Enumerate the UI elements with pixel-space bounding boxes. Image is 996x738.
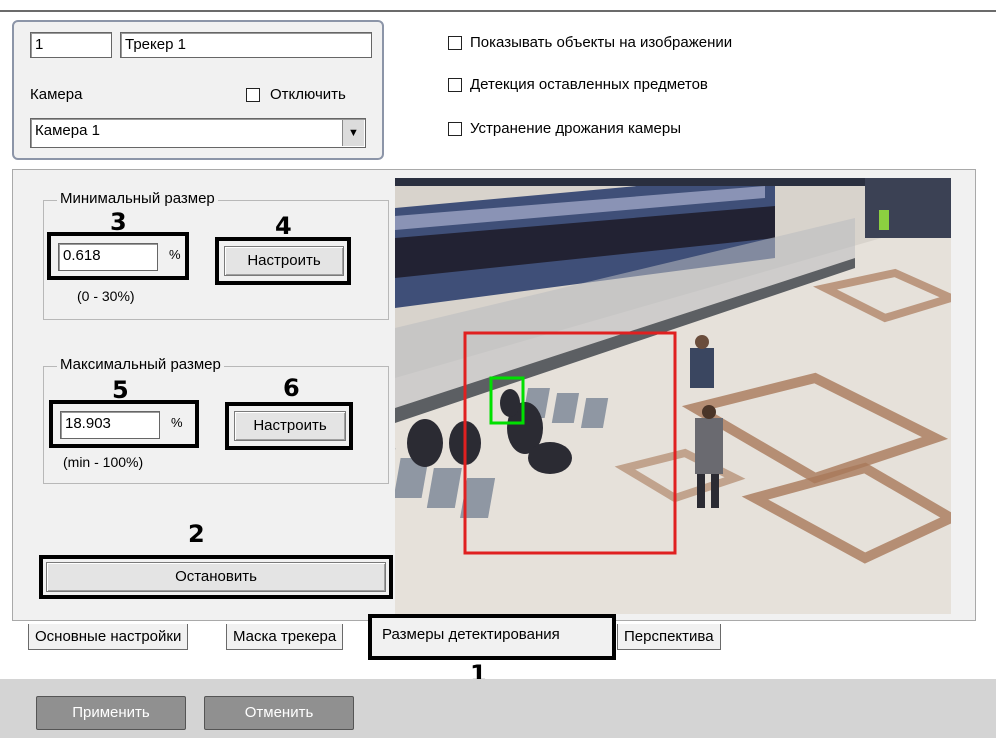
option-stabilization[interactable]: Устранение дрожания камеры [448, 120, 681, 137]
option-show-objects-checkbox[interactable] [448, 36, 462, 51]
min-size-input-group: 0.618 % [47, 232, 189, 280]
camera-scene [395, 178, 951, 614]
max-size-range: (min - 100%) [63, 454, 144, 470]
option-show-objects-label: Показывать объекты на изображении [470, 34, 733, 51]
chevron-down-icon[interactable]: ▼ [342, 120, 364, 146]
min-size-unit: % [169, 247, 181, 262]
tab-detection-sizes-highlight: Размеры детектирования [368, 614, 616, 660]
camera-select[interactable]: Камера 1 ▼ [30, 118, 366, 148]
stop-button[interactable]: Остановить [46, 562, 386, 592]
stop-highlight: Остановить [39, 555, 393, 599]
top-divider [0, 10, 996, 12]
camera-label: Камера [30, 86, 83, 103]
min-size-input[interactable]: 0.618 [58, 243, 158, 271]
cancel-button[interactable]: Отменить [204, 696, 354, 730]
max-size-input-group: 18.903 % [49, 400, 199, 448]
max-size-setup-highlight: Настроить [225, 402, 353, 450]
tracker-settings-group: 1 Трекер 1 Камера Отключить Камера 1 ▼ [12, 20, 384, 160]
max-size-setup-button[interactable]: Настроить [234, 411, 346, 441]
footer-bar: Применить Отменить [0, 679, 996, 738]
option-left-items-label: Детекция оставленных предметов [470, 76, 708, 93]
disable-label: Отключить [270, 86, 346, 103]
tracker-id-field[interactable]: 1 [30, 32, 112, 58]
max-size-unit: % [171, 415, 183, 430]
max-size-legend: Максимальный размер [57, 356, 224, 373]
callout-2: 2 [188, 520, 205, 548]
option-stabilization-checkbox[interactable] [448, 122, 462, 137]
callout-4: 4 [275, 212, 292, 240]
tab-basic-settings[interactable]: Основные настройки [28, 624, 189, 650]
apply-button[interactable]: Применить [36, 696, 186, 730]
tab-tracker-mask[interactable]: Маска трекера [226, 624, 344, 650]
tracker-name-field[interactable]: Трекер 1 [120, 32, 372, 58]
min-size-legend: Минимальный размер [57, 190, 218, 207]
option-show-objects[interactable]: Показывать объекты на изображении [448, 34, 732, 51]
min-size-setup-highlight: Настроить [215, 237, 351, 285]
tab-detection-sizes[interactable]: Размеры детектирования [382, 626, 560, 643]
option-left-items[interactable]: Детекция оставленных предметов [448, 76, 708, 93]
option-left-items-checkbox[interactable] [448, 78, 462, 93]
max-size-input[interactable]: 18.903 [60, 411, 160, 439]
disable-checkbox[interactable] [246, 88, 260, 102]
callout-6: 6 [283, 374, 300, 402]
option-stabilization-label: Устранение дрожания камеры [470, 120, 681, 137]
detection-size-panel: Минимальный размер 3 4 0.618 % (0 - 30%)… [12, 169, 976, 621]
min-size-setup-button[interactable]: Настроить [224, 246, 344, 276]
tab-perspective[interactable]: Перспектива [617, 624, 721, 650]
camera-select-value: Камера 1 [35, 122, 100, 139]
min-size-range: (0 - 30%) [77, 288, 135, 304]
camera-video-frame[interactable] [395, 178, 951, 614]
